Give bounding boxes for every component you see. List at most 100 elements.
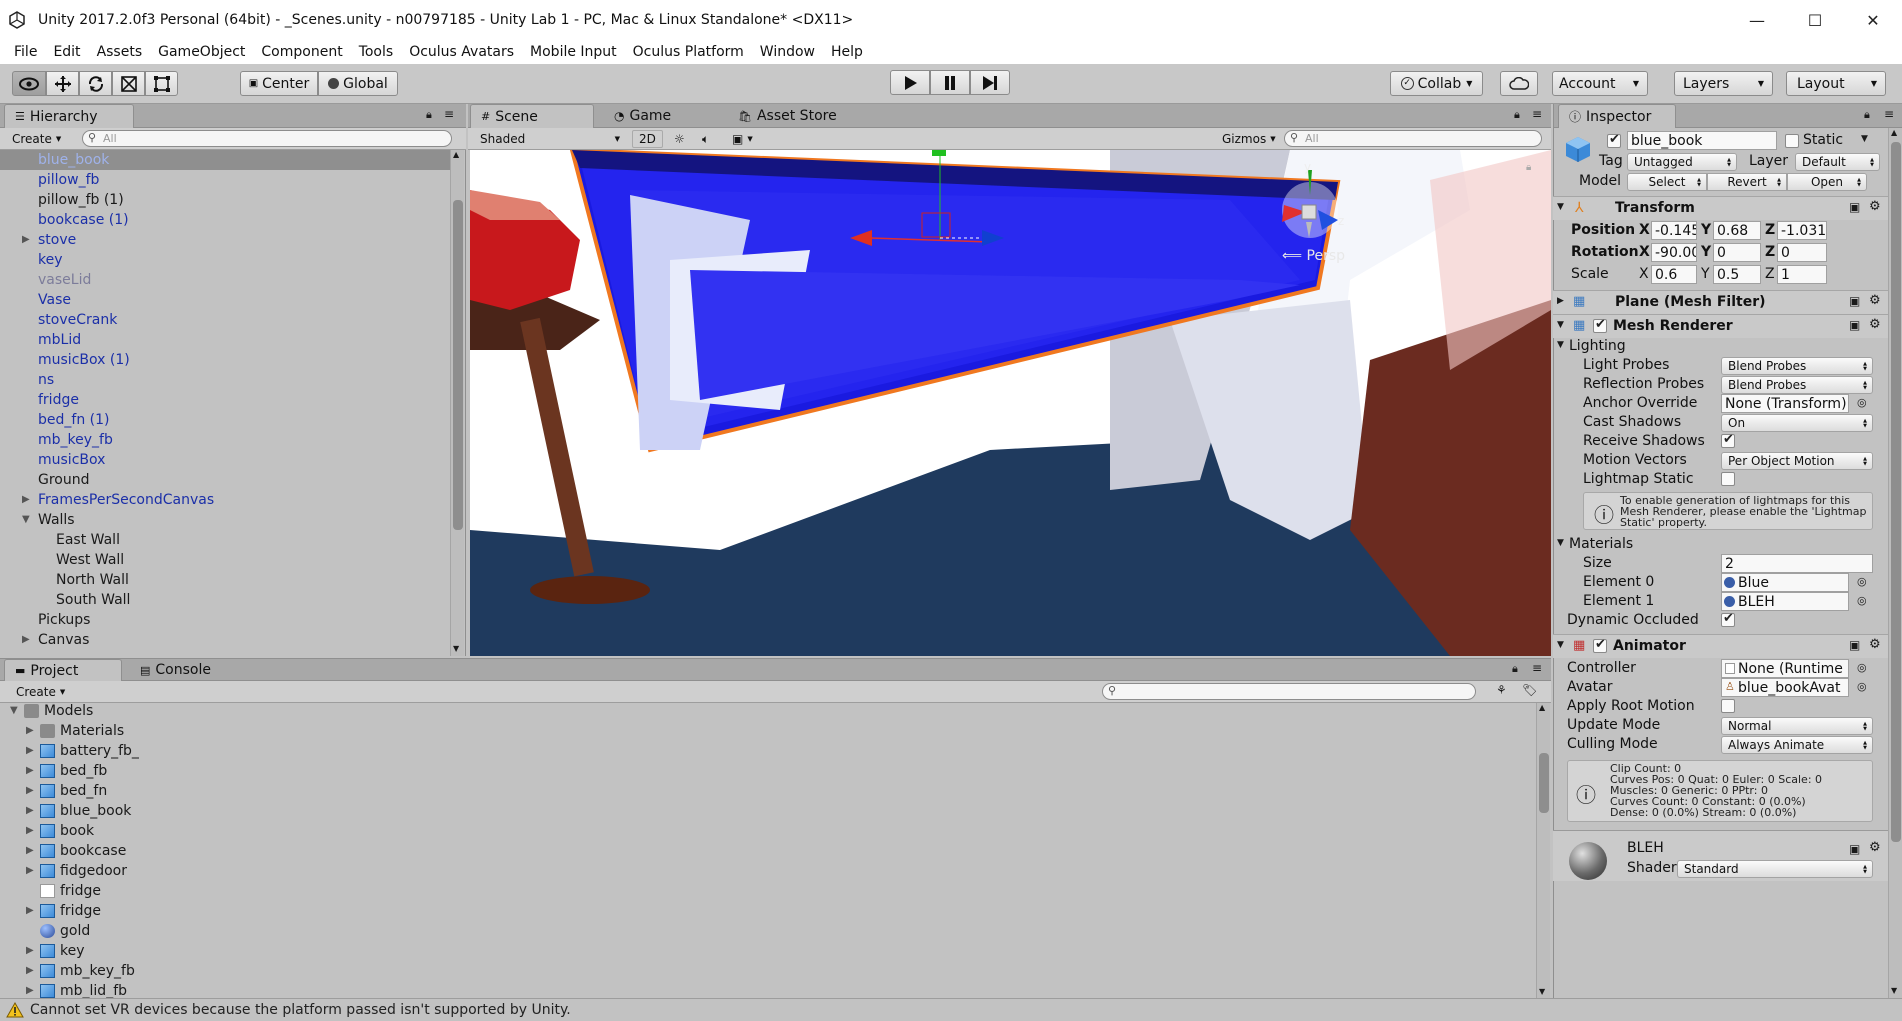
gear-icon[interactable]: ⚙	[1869, 317, 1881, 332]
project-item[interactable]: ▶ bookcase	[0, 841, 600, 861]
scale-z-field[interactable]: 1	[1777, 265, 1827, 284]
update-mode-dropdown[interactable]: Normal	[1721, 717, 1873, 735]
rotate-tool-button[interactable]	[79, 71, 112, 96]
active-checkbox[interactable]	[1607, 132, 1621, 148]
hierarchy-item[interactable]: South Wall	[0, 590, 450, 610]
hierarchy-scrollbar[interactable]: ▲ ▼	[450, 150, 464, 656]
project-item[interactable]: ▶ Materials	[0, 721, 600, 741]
tab-asset-store[interactable]: 🛍︎ Asset Store	[728, 104, 847, 128]
tag-dropdown[interactable]: Untagged	[1627, 153, 1737, 171]
position-z-field[interactable]: -1.031	[1777, 221, 1827, 240]
menu-tools[interactable]: Tools	[351, 44, 402, 60]
receive-shadows-checkbox[interactable]	[1721, 432, 1735, 448]
lightmap-static-checkbox[interactable]	[1721, 472, 1735, 486]
rotation-z-field[interactable]: 0	[1777, 243, 1827, 262]
pause-button[interactable]	[930, 70, 970, 95]
scroll-down-icon[interactable]: ▼	[453, 644, 459, 653]
tab-inspector[interactable]: ⓘ Inspector	[1558, 104, 1676, 128]
view-tool-button[interactable]	[12, 71, 46, 96]
expand-right-icon[interactable]: ▶	[26, 945, 34, 956]
filter-type-icon[interactable]: ⚘	[1496, 683, 1507, 697]
expand-right-icon[interactable]: ▶	[26, 985, 34, 996]
hierarchy-item[interactable]: musicBox	[0, 450, 450, 470]
hierarchy-item[interactable]: bookcase (1)	[0, 210, 450, 230]
scale-y-field[interactable]: 0.5	[1713, 265, 1761, 284]
panel-menu-icon[interactable]: ≡	[1532, 107, 1542, 121]
scale-x-field[interactable]: 0.6	[1651, 265, 1697, 284]
model-revert-button[interactable]: Revert	[1707, 173, 1787, 191]
gear-icon[interactable]: ⚙	[1869, 293, 1881, 308]
rotation-x-field[interactable]: -90.00	[1651, 243, 1697, 262]
object-picker-icon[interactable]: ◎	[1857, 680, 1867, 693]
panel-menu-icon[interactable]: ≡	[1884, 107, 1894, 121]
static-checkbox[interactable]	[1785, 134, 1799, 148]
hierarchy-item[interactable]: Ground	[0, 470, 450, 490]
project-item[interactable]: ▶ bed_fn	[0, 781, 600, 801]
hierarchy-create-dropdown[interactable]: Create ▼	[6, 130, 67, 148]
help-book-icon[interactable]: ▣	[1849, 638, 1860, 652]
collab-dropdown[interactable]: ✓ Collab ▼	[1390, 71, 1483, 96]
persp-label[interactable]: ⟸ Persp	[1282, 248, 1345, 264]
transform-header[interactable]: ▼ ⅄ Transform ▣ ⚙	[1553, 196, 1888, 220]
tab-console[interactable]: ▤ Console	[130, 659, 221, 681]
hierarchy-scroll-thumb[interactable]	[453, 200, 463, 530]
lock-icon[interactable]: 🔒︎	[426, 108, 432, 122]
move-tool-button[interactable]	[46, 71, 79, 96]
rect-tool-button[interactable]	[145, 71, 178, 96]
shading-mode-dropdown[interactable]: Shaded ▼	[474, 130, 624, 148]
animator-enabled-checkbox[interactable]	[1593, 637, 1607, 653]
dynamic-occluded-checkbox[interactable]	[1721, 611, 1735, 627]
animator-header[interactable]: ▼ ▦ Animator ▣ ⚙	[1553, 634, 1888, 658]
expand-right-icon[interactable]: ▶	[26, 845, 34, 856]
lock-icon[interactable]: 🔒︎	[1512, 662, 1518, 676]
motion-vectors-dropdown[interactable]: Per Object Motion	[1721, 452, 1873, 470]
layers-dropdown[interactable]: Layers ▼	[1674, 71, 1773, 96]
menu-help[interactable]: Help	[823, 44, 871, 60]
materials-expand-icon[interactable]: ▼	[1557, 538, 1564, 548]
2d-toggle-button[interactable]: 2D	[632, 130, 663, 148]
chevron-down-icon[interactable]: ▼	[1861, 134, 1868, 144]
expand-right-icon[interactable]: ▶	[22, 234, 30, 245]
hierarchy-item[interactable]: musicBox (1)	[0, 350, 450, 370]
audio-toggle-button[interactable]: 🔈︎	[696, 130, 715, 148]
project-item[interactable]: ▶ bed_fb	[0, 761, 600, 781]
hierarchy-item[interactable]: bed_fn (1)	[0, 410, 450, 430]
hierarchy-item[interactable]: fridge	[0, 390, 450, 410]
project-item[interactable]: ▼ Models	[0, 701, 600, 721]
account-dropdown[interactable]: Account ▼	[1552, 71, 1648, 96]
layer-dropdown[interactable]: Default	[1795, 153, 1880, 171]
mesh-renderer-enabled-checkbox[interactable]	[1593, 317, 1607, 333]
menu-oculus-platform[interactable]: Oculus Platform	[625, 44, 752, 60]
element0-field[interactable]: Blue	[1721, 573, 1849, 592]
play-button[interactable]	[890, 70, 930, 95]
menu-file[interactable]: File	[6, 44, 45, 60]
help-book-icon[interactable]: ▣	[1849, 318, 1860, 332]
scroll-up-icon[interactable]: ▲	[1891, 128, 1897, 137]
panel-menu-icon[interactable]: ≡	[1532, 661, 1542, 675]
object-picker-icon[interactable]: ◎	[1857, 575, 1867, 588]
hierarchy-item[interactable]: mbLid	[0, 330, 450, 350]
project-item[interactable]: ▶ key	[0, 941, 600, 961]
expand-right-icon[interactable]: ▶	[26, 825, 34, 836]
close-window-button[interactable]: ✕	[1844, 0, 1902, 40]
tab-hierarchy[interactable]: ☰ Hierarchy	[4, 104, 134, 128]
project-item[interactable]: ▶ mb_lid_fb	[0, 981, 600, 999]
apply-root-motion-checkbox[interactable]	[1721, 699, 1735, 713]
project-item[interactable]: fridge	[0, 881, 600, 901]
object-picker-icon[interactable]: ◎	[1857, 396, 1867, 409]
expand-right-icon[interactable]: ▶	[26, 965, 34, 976]
project-create-dropdown[interactable]: Create ▼	[10, 683, 71, 701]
element1-field[interactable]: BLEH	[1721, 592, 1849, 611]
culling-mode-dropdown[interactable]: Always Animate	[1721, 736, 1873, 754]
cast-shadows-dropdown[interactable]: On	[1721, 414, 1873, 432]
hierarchy-item[interactable]: Pickups	[0, 610, 450, 630]
project-item[interactable]: gold	[0, 921, 600, 941]
status-bar[interactable]: Cannot set VR devices because the platfo…	[0, 998, 1902, 1021]
light-probes-dropdown[interactable]: Blend Probes	[1721, 357, 1873, 375]
scale-tool-button[interactable]	[112, 71, 145, 96]
tab-project[interactable]: ▬ Project	[4, 659, 122, 681]
avatar-field[interactable]: ♙ blue_bookAvat	[1721, 678, 1849, 697]
mesh-renderer-header[interactable]: ▼ ▦ Mesh Renderer ▣ ⚙	[1553, 314, 1888, 338]
expand-down-icon[interactable]: ▼	[10, 705, 18, 716]
project-item[interactable]: ▶ mb_key_fb	[0, 961, 600, 981]
